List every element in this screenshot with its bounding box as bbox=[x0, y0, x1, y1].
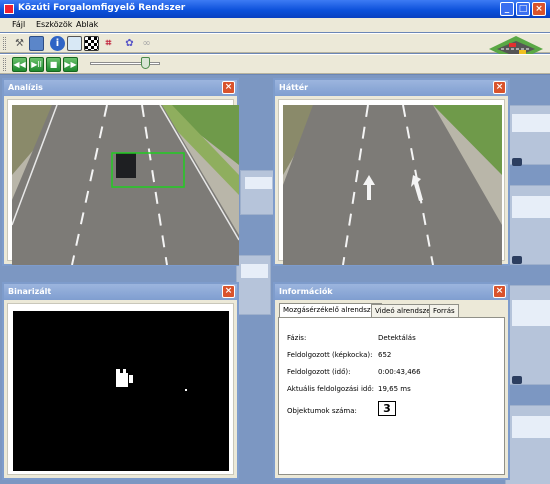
binarized-close-button[interactable]: × bbox=[222, 285, 235, 298]
info-value: 0:00:43,466 bbox=[378, 368, 421, 376]
toolbar-grip[interactable] bbox=[3, 58, 6, 71]
menu-bar: Fájl Eszközök Ablak bbox=[0, 18, 550, 32]
info-label: Fázis: bbox=[287, 334, 307, 342]
info-label: Feldolgozott (idő): bbox=[287, 368, 351, 376]
menu-file[interactable]: Fájl bbox=[12, 20, 25, 29]
info-value: 19,65 ms bbox=[378, 385, 411, 393]
truck-graphic bbox=[505, 105, 550, 166]
playback-slider-thumb[interactable] bbox=[141, 57, 150, 69]
info-close-button[interactable]: × bbox=[493, 285, 506, 298]
analysis-panel-title-bar[interactable]: Analízis × bbox=[4, 80, 237, 96]
analysis-view bbox=[7, 99, 239, 265]
monitor-icon[interactable] bbox=[29, 36, 44, 51]
binarized-panel-title-bar[interactable]: Binarizált × bbox=[4, 284, 237, 300]
truck-graphic bbox=[240, 170, 275, 215]
rewind-button[interactable]: ◀◀ bbox=[12, 57, 27, 72]
analysis-panel: Analízis × bbox=[2, 78, 239, 266]
analysis-close-button[interactable]: × bbox=[222, 81, 235, 94]
binarized-panel: Binarizált × bbox=[2, 282, 239, 480]
binarized-mask-image bbox=[13, 311, 229, 471]
background-panel: Háttér × bbox=[273, 78, 510, 266]
playback-toolbar: ◀◀ ▶ll ■ ▶▶ bbox=[0, 54, 550, 74]
main-toolbar: ⚒ i ⌗ ✿ ∞ bbox=[0, 33, 550, 62]
link-icon[interactable]: ∞ bbox=[139, 36, 154, 51]
background-panel-title: Háttér bbox=[279, 83, 309, 92]
truck-graphic bbox=[236, 255, 271, 315]
info-tab-content: Fázis: Detektálás Feldolgozott (képkocka… bbox=[278, 317, 505, 475]
title-bar: Közúti Forgalomfigyelő Rendszer _ □ × bbox=[0, 0, 550, 18]
app-icon bbox=[4, 4, 14, 14]
menu-tools[interactable]: Eszközök bbox=[36, 20, 72, 29]
binarized-view bbox=[7, 303, 234, 475]
background-view bbox=[278, 99, 505, 265]
info-panel: Információk × Mozgásérzékelő alrendszer … bbox=[273, 282, 510, 480]
tab-source[interactable]: Forrás bbox=[429, 304, 459, 317]
background-panel-title-bar[interactable]: Háttér × bbox=[275, 80, 508, 96]
transform-icon[interactable]: ⌗ bbox=[101, 36, 116, 51]
menu-window[interactable]: Ablak bbox=[76, 20, 98, 29]
info-label: Aktuális feldolgozási idő: bbox=[287, 385, 374, 393]
close-button[interactable]: × bbox=[532, 2, 546, 16]
binarized-panel-title: Binarizált bbox=[8, 287, 52, 296]
background-road-image bbox=[283, 105, 502, 265]
info-value: 652 bbox=[378, 351, 392, 359]
maximize-button[interactable]: □ bbox=[516, 2, 530, 16]
objects-count-value: 3 bbox=[378, 401, 396, 416]
analysis-road-image bbox=[12, 105, 239, 265]
play-pause-button[interactable]: ▶ll bbox=[29, 57, 44, 72]
gear-icon[interactable]: ✿ bbox=[122, 36, 137, 51]
info-label: Feldolgozott (képkocka): bbox=[287, 351, 373, 359]
truck-graphic bbox=[505, 185, 550, 265]
stop-button[interactable]: ■ bbox=[46, 57, 61, 72]
checker-icon[interactable] bbox=[84, 36, 99, 51]
info-panel-title: Információk bbox=[279, 287, 333, 296]
toolbar-grip[interactable] bbox=[3, 37, 6, 50]
window-title: Közúti Forgalomfigyelő Rendszer bbox=[18, 3, 186, 13]
analysis-panel-title: Analízis bbox=[8, 83, 43, 92]
info-value: Detektálás bbox=[378, 334, 416, 342]
minimize-button[interactable]: _ bbox=[500, 2, 514, 16]
tab-video[interactable]: Videó alrendszer bbox=[371, 304, 438, 317]
truck-graphic bbox=[505, 285, 550, 385]
background-close-button[interactable]: × bbox=[493, 81, 506, 94]
wrench-icon[interactable]: ⚒ bbox=[12, 36, 27, 51]
forward-button[interactable]: ▶▶ bbox=[63, 57, 78, 72]
info-panel-title-bar[interactable]: Információk × bbox=[275, 284, 508, 300]
tab-motion-detection[interactable]: Mozgásérzékelő alrendszer bbox=[279, 303, 382, 317]
truck-graphic bbox=[505, 405, 550, 484]
objects-count-label: Objektumok száma: bbox=[287, 407, 357, 415]
image-icon[interactable] bbox=[67, 36, 82, 51]
info-icon[interactable]: i bbox=[50, 36, 65, 51]
